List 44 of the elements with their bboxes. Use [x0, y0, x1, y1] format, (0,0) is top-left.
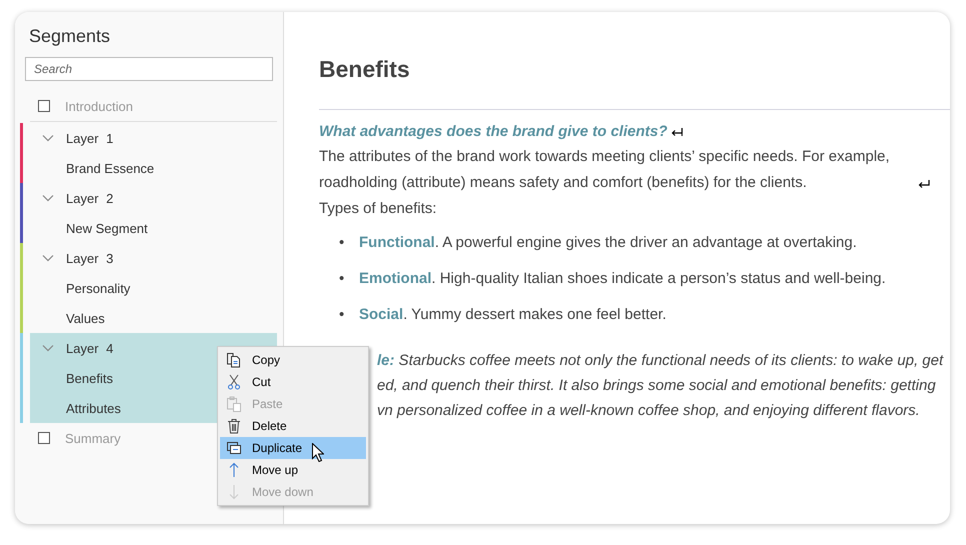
menu-item[interactable]: Copy [220, 349, 366, 371]
bullet-marker: • [339, 269, 346, 289]
bullet-item: Social. Yummy dessert makes one feel better. [359, 305, 666, 325]
tree-item[interactable]: Brand Essence [66, 160, 154, 176]
return-mark-icon [918, 180, 930, 188]
checkbox[interactable] [38, 432, 50, 444]
copy-icon [226, 352, 242, 368]
layer-item[interactable]: Layer 2 [66, 190, 114, 206]
example-text-line: ed, and quench their thirst. It also brings some social and emotional benefits: getting [377, 376, 937, 396]
return-mark-icon [671, 128, 684, 136]
tree-item[interactable]: Attributes [66, 400, 121, 416]
layer-item[interactable]: Layer 3 [66, 250, 114, 266]
checkbox[interactable] [38, 100, 50, 112]
example-text-line: le: Starbucks coffee meets not only the functional needs of its clients: to wake up, get [377, 351, 945, 371]
mouse-pointer-icon [312, 443, 324, 462]
list-intro-text: Types of benefits: [319, 199, 438, 219]
duplicate-icon [226, 440, 242, 456]
menu-item[interactable]: Delete [220, 415, 366, 437]
chevron-icon[interactable] [42, 254, 54, 262]
trash-icon [226, 418, 242, 434]
document-title: Benefits [319, 56, 411, 84]
chevron-icon[interactable] [42, 194, 54, 202]
bullet-item: Emotional. High-quality Italian shoes indicate a person’s status and well-being. [359, 269, 886, 289]
question-heading: What advantages does the brand give to clients? [319, 122, 668, 142]
paragraph-text: The attributes of the brand work towards meeting clients’ specific needs. For example, roadholding (attribute) means safety and comfort (benefits) for the clients. [319, 147, 891, 193]
tree-item[interactable]: Personality [66, 280, 130, 296]
chevron-icon[interactable] [42, 344, 54, 352]
tree-item[interactable]: Benefits [66, 370, 113, 386]
menu-item[interactable]: Move up [220, 459, 366, 481]
menu-item[interactable]: Cut [220, 371, 366, 393]
menu-item[interactable]: Duplicate [220, 437, 366, 459]
tree-item[interactable]: Values [66, 310, 105, 326]
tree-item[interactable]: New Segment [66, 220, 148, 236]
bullet-marker: • [339, 233, 346, 253]
chevron-icon[interactable] [42, 134, 54, 142]
bullet-item: Functional. A powerful engine gives the driver an advantage at overtaking. [359, 233, 857, 253]
sidebar-title: Segments [29, 26, 112, 47]
layer-item[interactable]: Layer 4 [66, 340, 114, 356]
search-field[interactable]: Search [25, 57, 273, 81]
example-text-line: vn personalized coffee in a well-known coffee shop, and enjoying different flavors. [377, 401, 921, 421]
bullet-marker: • [339, 305, 346, 325]
scissors-icon [226, 374, 242, 390]
layer-item[interactable]: Layer 1 [66, 130, 114, 146]
clipboard-icon [226, 396, 242, 412]
